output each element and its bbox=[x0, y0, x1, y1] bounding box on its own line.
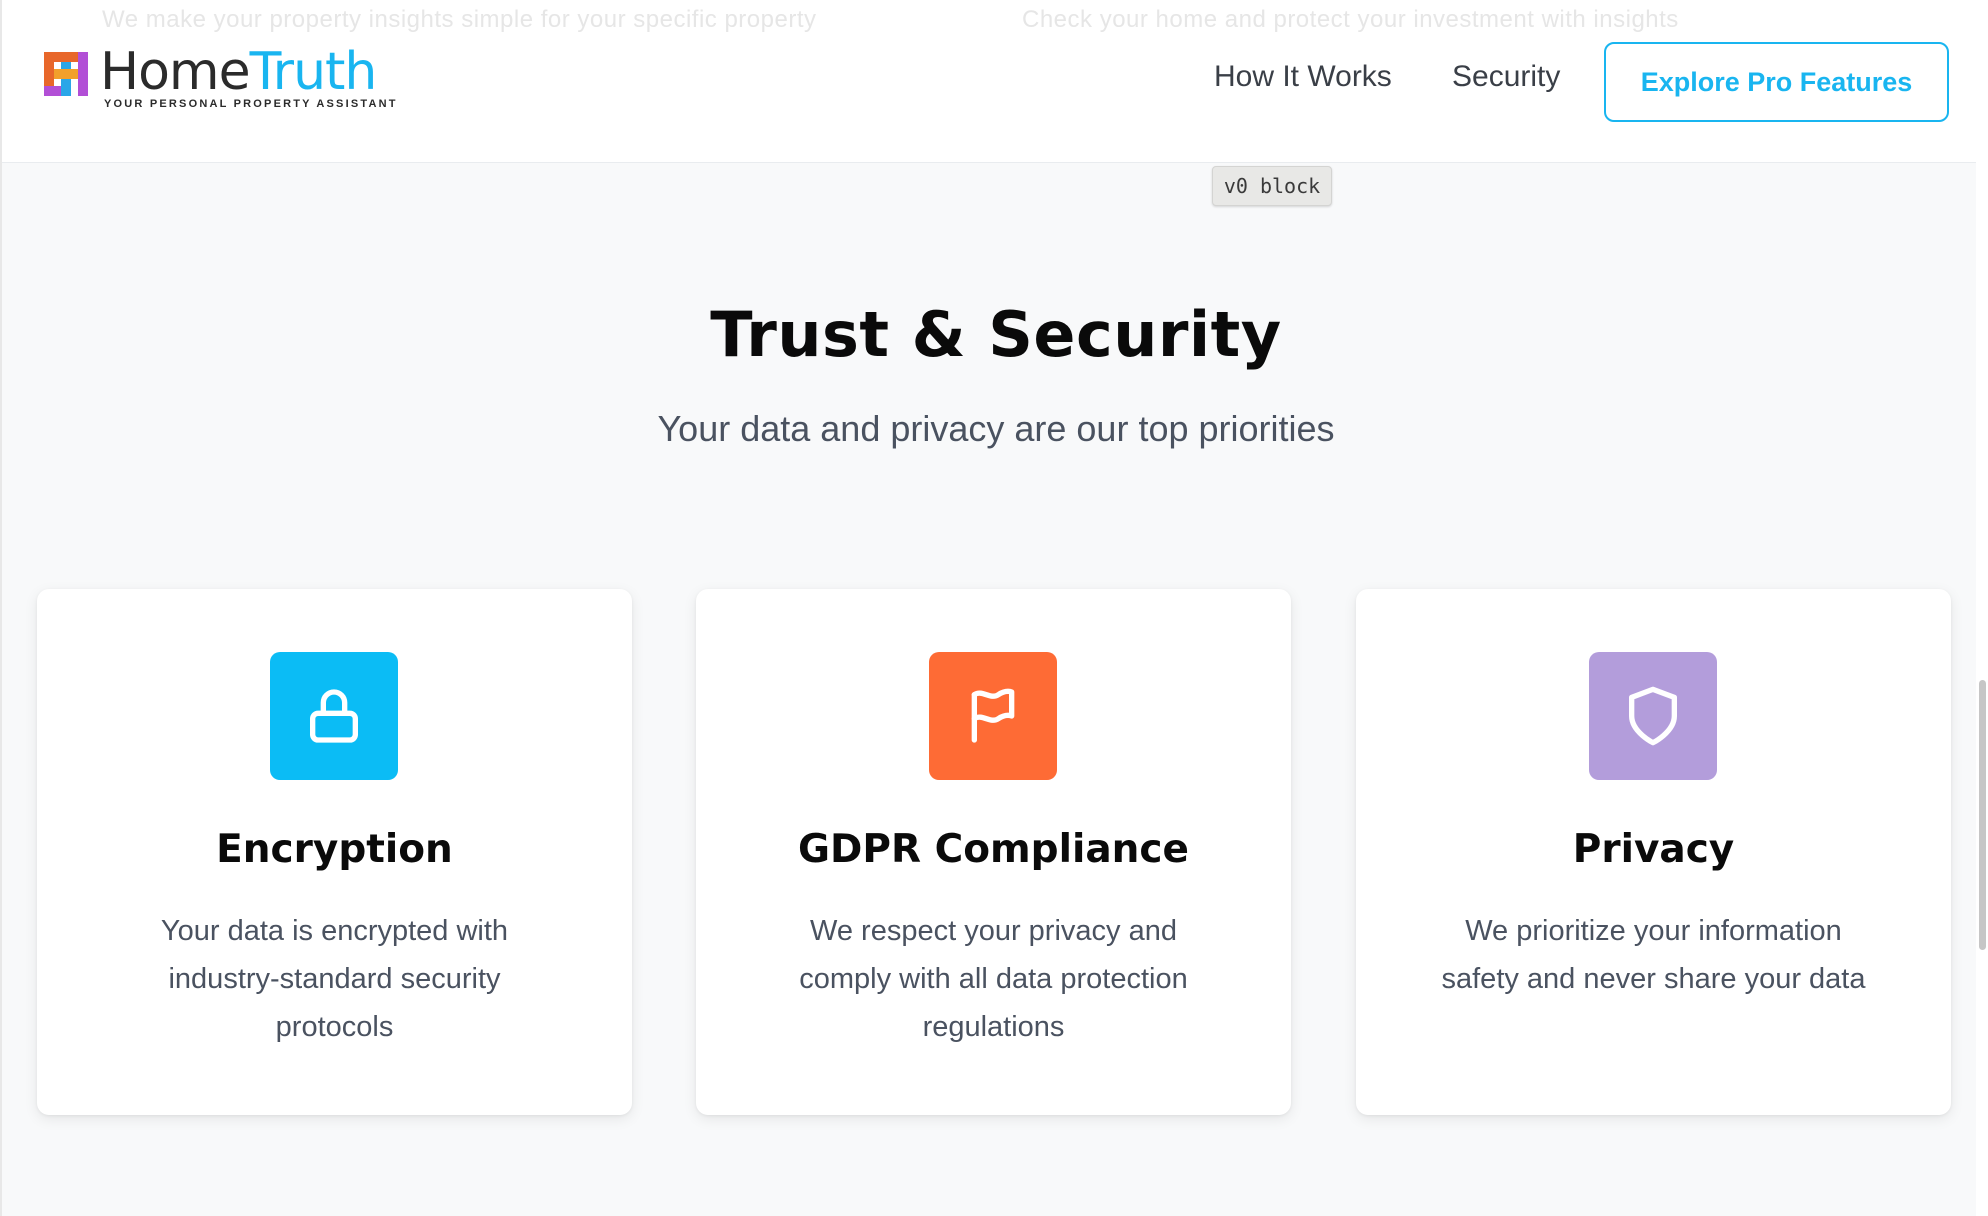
page: We make your property insights simple fo… bbox=[0, 0, 1988, 1216]
faded-background-text-right: Check your home and protect your investm… bbox=[1022, 6, 1679, 33]
nav-link-how-it-works[interactable]: How It Works bbox=[1214, 60, 1392, 94]
nav-link-security[interactable]: Security bbox=[1452, 60, 1560, 94]
flag-icon bbox=[971, 688, 1015, 743]
logo-word-home: Home bbox=[100, 42, 251, 102]
faded-background-text-left: We make your property insights simple fo… bbox=[102, 6, 817, 33]
logo-word-truth: Truth bbox=[249, 42, 378, 102]
card-title: GDPR Compliance bbox=[798, 827, 1189, 872]
card-title: Encryption bbox=[216, 827, 453, 872]
card-description: We respect your privacy and comply with … bbox=[799, 915, 1188, 1043]
shield-icon bbox=[1629, 686, 1677, 746]
explore-pro-features-button[interactable]: Explore Pro Features bbox=[1604, 42, 1949, 122]
section-title: Trust & Security bbox=[710, 298, 1282, 371]
card-description: Your data is encrypted with industry-sta… bbox=[160, 915, 509, 1043]
encryption-icon-tile bbox=[270, 652, 398, 780]
privacy-icon-tile bbox=[1589, 652, 1717, 780]
page-scrollbar[interactable] bbox=[1976, 0, 1988, 1216]
gdpr-icon-tile bbox=[929, 652, 1057, 780]
site-header: We make your property insights simple fo… bbox=[2, 0, 1988, 163]
feature-card-gdpr: GDPR Compliance We respect your privacy … bbox=[696, 589, 1291, 1115]
hometruth-logo[interactable]: HomeTruth YOUR PERSONAL PROPERTY ASSISTA… bbox=[44, 42, 396, 116]
logo-wordmark: HomeTruth bbox=[100, 42, 378, 102]
feature-card-encryption: Encryption Your data is encrypted with i… bbox=[37, 589, 632, 1115]
logo-tagline: YOUR PERSONAL PROPERTY ASSISTANT bbox=[104, 98, 398, 110]
v0-block-badge: v0 block bbox=[1212, 166, 1332, 206]
card-description: We prioritize your information safety an… bbox=[1441, 915, 1866, 995]
logo-mark-icon bbox=[44, 52, 88, 96]
scrollbar-thumb[interactable] bbox=[1979, 680, 1986, 950]
lock-icon bbox=[310, 689, 358, 743]
card-title: Privacy bbox=[1572, 827, 1735, 872]
feature-card-privacy: Privacy We prioritize your information s… bbox=[1356, 589, 1951, 1115]
section-subtitle: Your data and privacy are our top priori… bbox=[657, 408, 1335, 449]
